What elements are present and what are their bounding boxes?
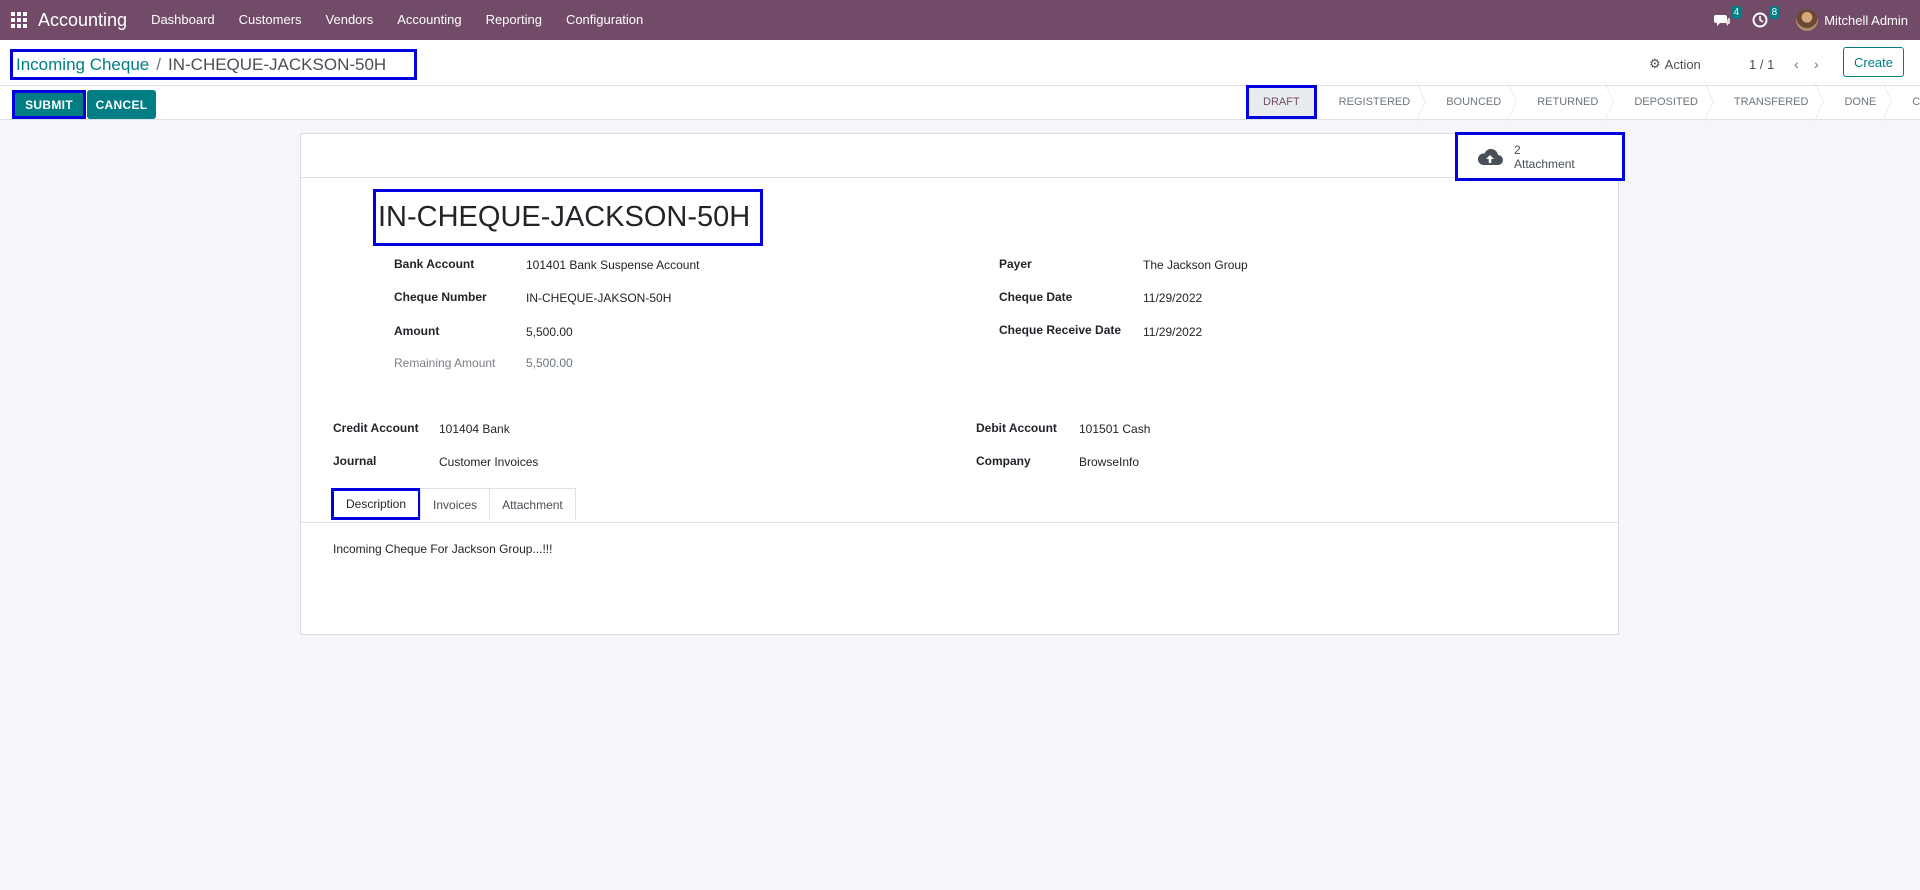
tab-invoices[interactable]: Invoices: [420, 488, 491, 520]
status-draft[interactable]: DRAFT: [1246, 85, 1317, 119]
description-text[interactable]: Incoming Cheque For Jackson Group...!!!: [333, 542, 552, 556]
company-field[interactable]: BrowseInfo: [1079, 455, 1139, 469]
record-title[interactable]: IN-CHEQUE-JACKSON-50H: [373, 189, 763, 246]
menu-dashboard[interactable]: Dashboard: [139, 0, 227, 40]
menu-configuration[interactable]: Configuration: [554, 0, 655, 40]
attachment-label: Attachment: [1514, 156, 1575, 171]
button-box: 2 Attachment: [301, 132, 1625, 181]
attachment-smart-button[interactable]: 2 Attachment: [1455, 132, 1625, 181]
menu-reporting[interactable]: Reporting: [474, 0, 554, 40]
status-deposited[interactable]: DEPOSITED: [1612, 85, 1712, 119]
menu-vendors[interactable]: Vendors: [314, 0, 386, 40]
status-transfered[interactable]: TRANSFERED: [1712, 85, 1823, 119]
top-navbar: Accounting Dashboard Customers Vendors A…: [0, 0, 1920, 40]
remaining-amount-label: Remaining Amount: [394, 356, 496, 370]
bank-account-field[interactable]: 101401 Bank Suspense Account: [526, 258, 699, 272]
user-name: Mitchell Admin: [1824, 12, 1908, 28]
menu-customers[interactable]: Customers: [227, 0, 314, 40]
chevron-right-icon[interactable]: ›: [1806, 56, 1826, 72]
cloud-upload-icon: [1477, 148, 1503, 165]
messages-badge: 4: [1730, 6, 1743, 19]
cheque-receive-date-field[interactable]: 11/29/2022: [1143, 325, 1202, 339]
apps-menu-icon[interactable]: [0, 0, 38, 40]
messages-icon[interactable]: 4: [1710, 6, 1743, 32]
action-menu-button[interactable]: ⚙ Action: [1649, 52, 1701, 76]
cheque-date-field[interactable]: 11/29/2022: [1143, 291, 1202, 305]
chevron-left-icon[interactable]: ‹: [1786, 56, 1806, 72]
tabs-divider: [301, 522, 1618, 523]
breadcrumb-current: IN-CHEQUE-JACKSON-50H: [168, 54, 387, 74]
app-name[interactable]: Accounting: [38, 10, 127, 31]
cheque-number-label: Cheque Number: [394, 290, 487, 304]
payer-label: Payer: [999, 257, 1032, 271]
company-label: Company: [976, 454, 1031, 468]
breadcrumb: Incoming Cheque / IN-CHEQUE-JACKSON-50H: [10, 49, 417, 80]
journal-field[interactable]: Customer Invoices: [439, 455, 538, 469]
journal-label: Journal: [333, 454, 377, 468]
breadcrumb-parent-link[interactable]: Incoming Cheque: [16, 55, 149, 75]
status-cancel[interactable]: CANCEL: [1890, 85, 1920, 119]
status-registered[interactable]: REGISTERED: [1317, 85, 1425, 119]
debit-account-label: Debit Account: [976, 421, 1057, 435]
control-panel: Incoming Cheque / IN-CHEQUE-JACKSON-50H …: [0, 40, 1920, 120]
user-menu[interactable]: Mitchell Admin: [1796, 9, 1908, 31]
tab-attachment[interactable]: Attachment: [489, 488, 576, 520]
amount-label: Amount: [394, 324, 440, 338]
avatar: [1796, 9, 1819, 31]
main-menu: Dashboard Customers Vendors Accounting R…: [139, 0, 655, 40]
submit-button[interactable]: SUBMIT: [12, 90, 86, 119]
form-sheet: 2 Attachment IN-CHEQUE-JACKSON-50H Bank …: [300, 132, 1625, 635]
action-label: Action: [1664, 56, 1701, 72]
pager: 1 / 1 ‹ ›: [1749, 52, 1826, 76]
cheque-number-field[interactable]: IN-CHEQUE-JAKSON-50H: [526, 291, 671, 305]
pager-value[interactable]: 1 / 1: [1749, 57, 1774, 72]
amount-field[interactable]: 5,500.00: [526, 325, 573, 339]
credit-account-field[interactable]: 101404 Bank: [439, 422, 510, 436]
status-returned[interactable]: RETURNED: [1515, 85, 1612, 119]
breadcrumb-separator: /: [156, 54, 161, 74]
cheque-receive-date-label: Cheque Receive Date: [999, 323, 1122, 337]
menu-accounting[interactable]: Accounting: [385, 0, 473, 40]
cheque-date-label: Cheque Date: [999, 290, 1073, 304]
debit-account-field[interactable]: 101501 Cash: [1079, 422, 1150, 436]
credit-account-label: Credit Account: [333, 421, 419, 435]
status-done[interactable]: DONE: [1822, 85, 1890, 119]
systray: 4 8 Mitchell Admin: [1710, 0, 1908, 40]
gear-icon: ⚙: [1649, 56, 1661, 71]
bank-account-label: Bank Account: [394, 257, 475, 271]
remaining-amount-field: 5,500.00: [526, 356, 573, 370]
activities-badge: 8: [1768, 6, 1781, 19]
activities-clock-icon[interactable]: 8: [1748, 6, 1781, 32]
tab-description[interactable]: Description: [331, 488, 422, 520]
create-button[interactable]: Create: [1843, 47, 1904, 77]
notebook-tabs: Description Invoices Attachment: [331, 488, 576, 520]
cancel-button[interactable]: CANCEL: [87, 90, 156, 119]
status-bar: DRAFT REGISTERED BOUNCED RETURNED DEPOSI…: [1246, 85, 1920, 119]
attachment-count: 2: [1514, 142, 1521, 157]
payer-field[interactable]: The Jackson Group: [1143, 258, 1248, 272]
status-bounced[interactable]: BOUNCED: [1424, 85, 1515, 119]
